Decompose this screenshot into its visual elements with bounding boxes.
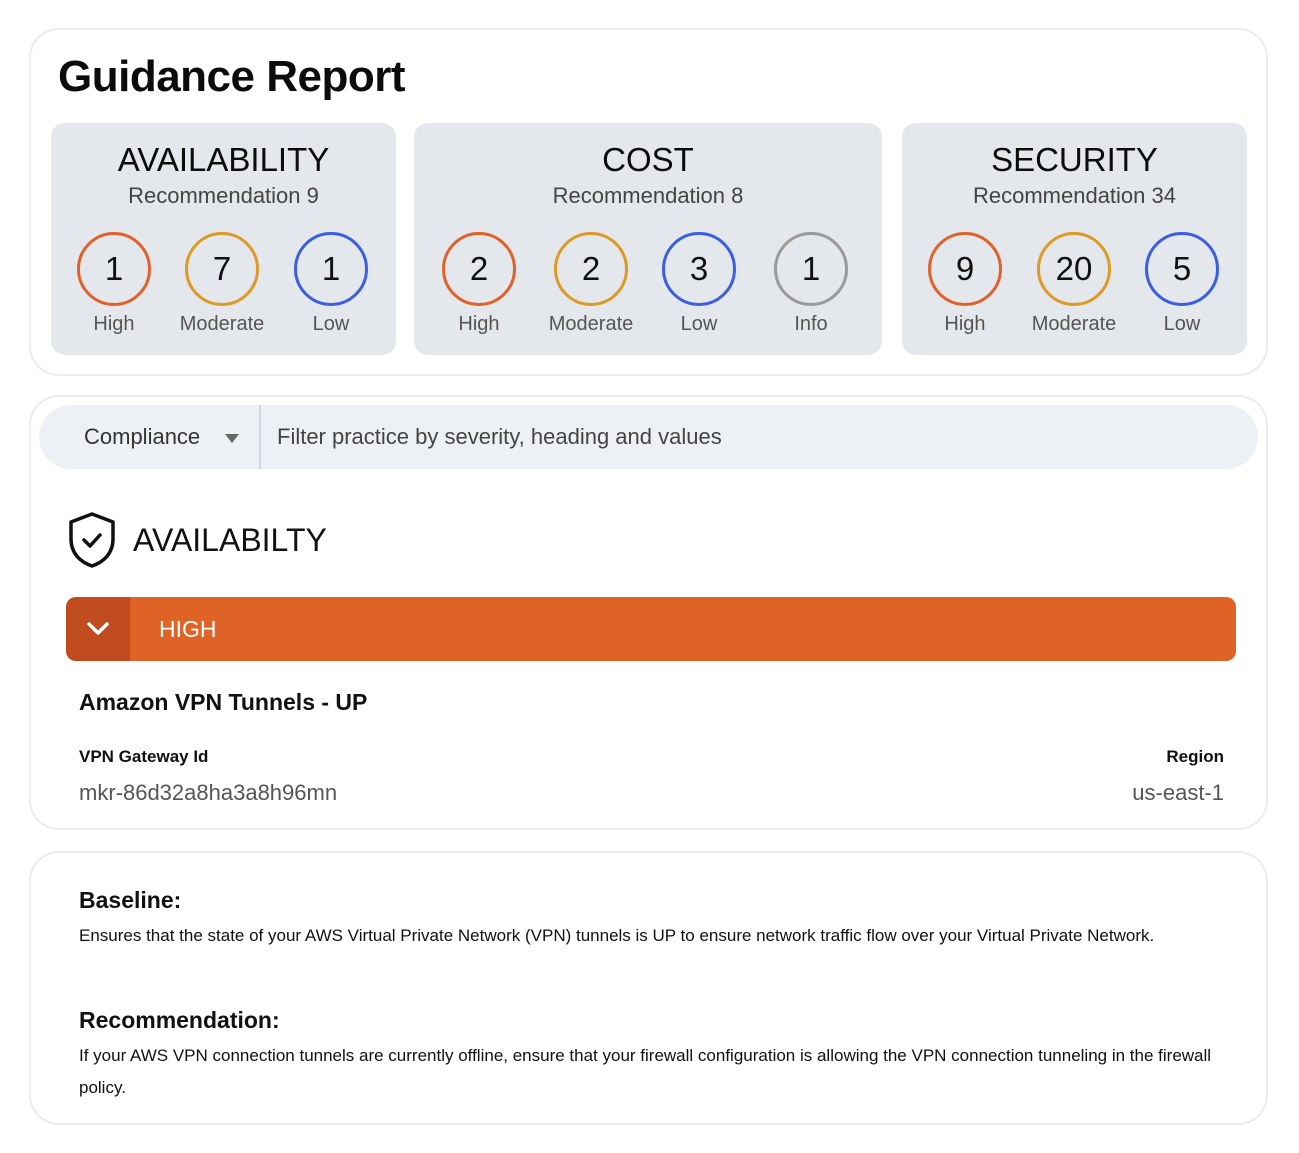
badge-label-low: Low xyxy=(680,313,718,335)
filter-divider xyxy=(259,405,261,469)
badge-high[interactable]: 9 xyxy=(928,232,1002,306)
category-select[interactable]: Compliance xyxy=(39,405,259,469)
recommendation-text: If your AWS VPN connection tunnels are c… xyxy=(79,1046,1212,1097)
badge-low[interactable]: 3 xyxy=(662,232,736,306)
panel-title: COST xyxy=(602,141,694,178)
panel-security[interactable]: SECURITY Recommendation 34 9 High 20 Mod… xyxy=(902,123,1247,355)
page-title: Guidance Report xyxy=(58,52,406,101)
badge-label-low: Low xyxy=(312,313,350,335)
recommendation-heading: Recommendation: xyxy=(79,1007,280,1033)
badge-low[interactable]: 1 xyxy=(294,232,368,306)
badge-label-moderate: Moderate xyxy=(179,313,265,335)
section-title: AVAILABILTY xyxy=(133,521,327,558)
badge-label-low: Low xyxy=(1163,313,1201,335)
info-card: Baseline: Ensures that the state of your… xyxy=(29,851,1268,1125)
severity-header-high[interactable]: HIGH xyxy=(66,597,1236,661)
badge-label-moderate: Moderate xyxy=(548,313,634,335)
collapse-toggle-button[interactable] xyxy=(66,597,130,661)
summary-card: Guidance Report AVAILABILITY Recommendat… xyxy=(29,28,1268,376)
region-label: Region xyxy=(1166,747,1224,766)
caret-down-icon xyxy=(225,434,239,443)
badge-info[interactable]: 1 xyxy=(774,232,848,306)
detail-card: Compliance AVAILABILTY HIGH Amazon VPN T… xyxy=(29,395,1268,830)
badge-high[interactable]: 1 xyxy=(77,232,151,306)
panel-title: SECURITY xyxy=(991,141,1158,178)
badge-label-high: High xyxy=(458,313,500,335)
badge-label-high: High xyxy=(93,313,135,335)
gateway-id-value: mkr-86d32a8ha3a8h96mn xyxy=(79,780,338,805)
chevron-down-icon xyxy=(87,622,109,635)
filter-search-input[interactable] xyxy=(269,411,1229,463)
panel-cost[interactable]: COST Recommendation 8 2 High 2 Moderate … xyxy=(414,123,882,355)
panel-title: AVAILABILITY xyxy=(117,141,330,178)
badge-moderate[interactable]: 2 xyxy=(554,232,628,306)
gateway-id-label: VPN Gateway Id xyxy=(79,747,209,766)
panel-subtitle: Recommendation 9 xyxy=(128,183,319,208)
panel-subtitle: Recommendation 8 xyxy=(552,183,744,208)
item-title: Amazon VPN Tunnels - UP xyxy=(79,689,368,715)
panel-subtitle: Recommendation 34 xyxy=(972,183,1176,208)
badge-moderate[interactable]: 7 xyxy=(185,232,259,306)
badge-moderate[interactable]: 20 xyxy=(1037,232,1111,306)
badge-label-high: High xyxy=(944,313,986,335)
badge-label-moderate: Moderate xyxy=(1031,313,1117,335)
severity-label: HIGH xyxy=(159,616,217,642)
badge-high[interactable]: 2 xyxy=(442,232,516,306)
category-select-label: Compliance xyxy=(84,424,201,449)
badge-label-info: Info xyxy=(794,313,828,335)
baseline-text: Ensures that the state of your AWS Virtu… xyxy=(79,926,1155,945)
badge-low[interactable]: 5 xyxy=(1145,232,1219,306)
baseline-heading: Baseline: xyxy=(79,887,182,913)
shield-check-icon xyxy=(69,512,115,568)
filter-bar: Compliance xyxy=(39,405,1258,469)
panel-availability[interactable]: AVAILABILITY Recommendation 9 1 High 7 M… xyxy=(51,123,396,355)
region-value: us-east-1 xyxy=(1132,780,1224,805)
section-header: AVAILABILTY xyxy=(67,510,327,570)
